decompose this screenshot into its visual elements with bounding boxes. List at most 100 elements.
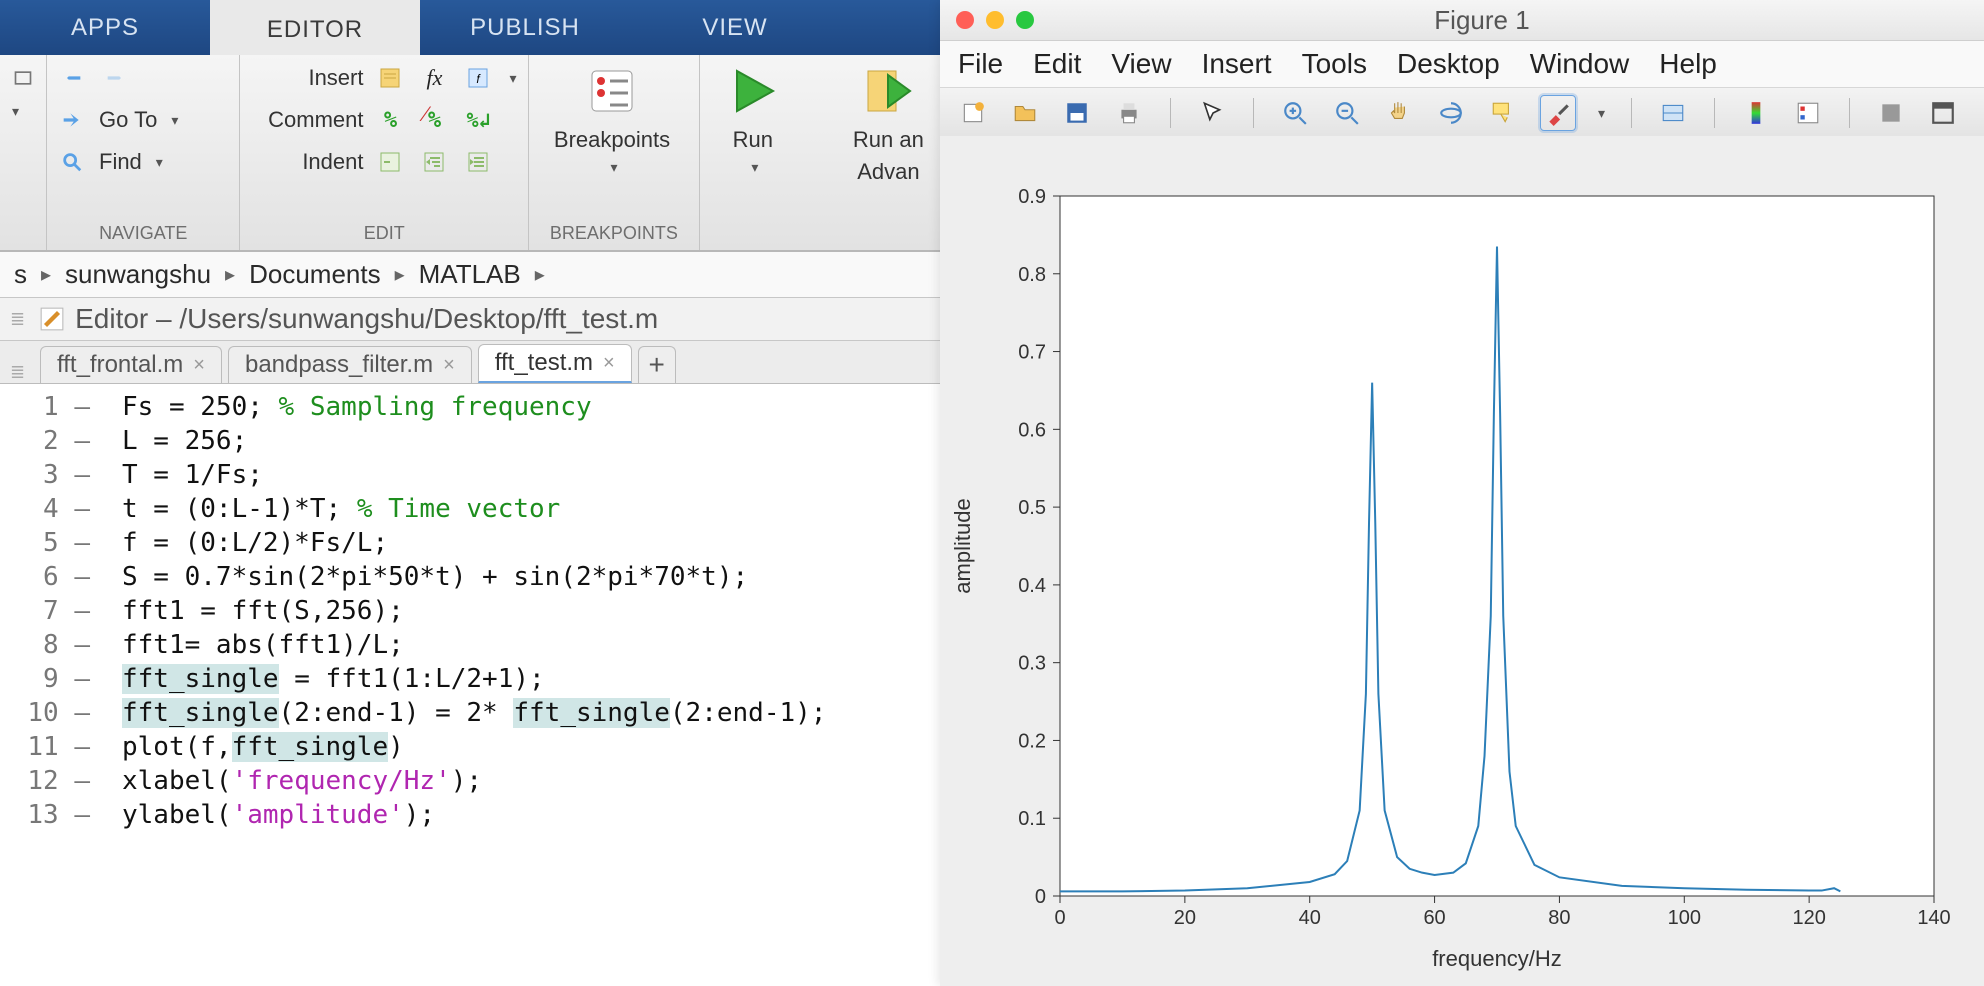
run-dropdown-icon[interactable]: ▾ <box>751 159 758 176</box>
link-icon[interactable] <box>1658 98 1688 128</box>
pan-icon[interactable] <box>1384 98 1414 128</box>
xtick-label: 120 <box>1792 907 1825 929</box>
code-line[interactable]: ylabel('amplitude'); <box>122 798 940 832</box>
print-icon[interactable] <box>1114 98 1144 128</box>
indent-decrease-icon[interactable] <box>461 145 495 179</box>
menu-insert[interactable]: Insert <box>1202 48 1272 80</box>
zoom-window-button[interactable] <box>1016 11 1034 29</box>
close-icon[interactable]: × <box>603 352 615 375</box>
code-line[interactable]: t = (0:L-1)*T; % Time vector <box>122 492 940 526</box>
code-line[interactable]: T = 1/Fs; <box>122 458 940 492</box>
dropdown-icon[interactable]: ▾ <box>1598 105 1605 122</box>
editor-title: Editor – /Users/sunwangshu/Desktop/fft_t… <box>75 303 658 335</box>
hide-tools-icon[interactable] <box>1876 98 1906 128</box>
breakpoints-dropdown-icon[interactable]: ▾ <box>610 159 617 176</box>
unknown-icon[interactable] <box>8 61 38 95</box>
code-editor[interactable]: 1 –2 –3 –4 –5 –6 –7 –8 –9 –10 –11 –12 –1… <box>0 384 940 986</box>
menu-tools[interactable]: Tools <box>1302 48 1367 80</box>
code-line[interactable]: Fs = 250; % Sampling frequency <box>122 390 940 424</box>
code-line[interactable]: L = 256; <box>122 424 940 458</box>
ribbon-tab-apps[interactable]: APPS <box>0 0 210 55</box>
find-icon[interactable] <box>55 145 89 179</box>
close-icon[interactable]: × <box>193 354 205 377</box>
run-advance-button[interactable]: Run an Advan <box>823 61 940 185</box>
code-body[interactable]: Fs = 250; % Sampling frequencyL = 256;T … <box>102 384 940 986</box>
new-file-button[interactable]: + <box>638 346 676 383</box>
breadcrumb-item[interactable]: Documents <box>249 259 381 290</box>
code-line[interactable]: fft_single(2:end-1) = 2* fft_single(2:en… <box>122 696 940 730</box>
zoom-out-icon[interactable] <box>1332 98 1362 128</box>
breadcrumb-item[interactable]: MATLAB <box>419 259 521 290</box>
figure-titlebar[interactable]: Figure 1 <box>940 0 1984 41</box>
line-number: 11 – <box>0 730 90 764</box>
goto-icon[interactable] <box>55 103 89 137</box>
menu-file[interactable]: File <box>958 48 1003 80</box>
close-icon[interactable]: × <box>443 354 455 377</box>
ribbon-tab-editor[interactable]: EDITOR <box>210 0 420 55</box>
menu-help[interactable]: Help <box>1659 48 1717 80</box>
colorbar-icon[interactable] <box>1741 98 1771 128</box>
breakpoints-icon <box>582 61 642 121</box>
insert-variable-icon[interactable]: f <box>461 61 495 95</box>
menu-edit[interactable]: Edit <box>1033 48 1081 80</box>
rotate3d-icon[interactable] <box>1436 98 1466 128</box>
code-line[interactable]: S = 0.7*sin(2*pi*50*t) + sin(2*pi*70*t); <box>122 560 940 594</box>
goto-dropdown-icon[interactable]: ▾ <box>171 112 178 129</box>
matlab-window: APPS EDITOR PUBLISH VIEW ▾ <box>0 0 940 986</box>
comment-label[interactable]: Comment <box>248 107 363 133</box>
new-figure-icon[interactable] <box>958 98 988 128</box>
dropdown-icon[interactable]: ▾ <box>12 103 19 120</box>
ribbon-body: ▾ Go To ▾ <box>0 55 940 252</box>
line-number: 2 – <box>0 424 90 458</box>
code-line[interactable]: xlabel('frequency/Hz'); <box>122 764 940 798</box>
insert-dropdown-icon[interactable]: ▾ <box>509 70 516 87</box>
close-window-button[interactable] <box>956 11 974 29</box>
insert-label[interactable]: Insert <box>248 65 363 91</box>
forward-arrow-icon[interactable] <box>99 61 133 95</box>
menu-window[interactable]: Window <box>1530 48 1630 80</box>
file-tab[interactable]: bandpass_filter.m× <box>228 346 472 383</box>
code-line[interactable]: fft1= abs(fft1)/L; <box>122 628 940 662</box>
breadcrumb-item[interactable]: s <box>14 259 27 290</box>
insert-fx-icon[interactable]: fx <box>417 61 451 95</box>
uncomment-icon[interactable]: %⁄ <box>417 103 451 137</box>
zoom-in-icon[interactable] <box>1280 98 1310 128</box>
code-line[interactable]: f = (0:L/2)*Fs/L; <box>122 526 940 560</box>
datatip-icon[interactable] <box>1488 98 1518 128</box>
xtick-label: 0 <box>1054 907 1065 929</box>
editor-pencil-icon <box>39 306 65 332</box>
ribbon-tab-publish[interactable]: PUBLISH <box>420 0 630 55</box>
pointer-icon[interactable] <box>1197 98 1227 128</box>
indent-smart-icon[interactable] <box>373 145 407 179</box>
ylabel: amplitude <box>950 498 975 593</box>
insert-section-icon[interactable] <box>373 61 407 95</box>
wrap-comment-icon[interactable]: %↲ <box>461 103 495 137</box>
open-icon[interactable] <box>1010 98 1040 128</box>
comment-icon[interactable]: % <box>373 103 407 137</box>
code-line[interactable]: fft_single = fft1(1:L/2+1); <box>122 662 940 696</box>
legend-icon[interactable] <box>1793 98 1823 128</box>
find-dropdown-icon[interactable]: ▾ <box>156 154 163 171</box>
minimize-window-button[interactable] <box>986 11 1004 29</box>
save-icon[interactable] <box>1062 98 1092 128</box>
dock-icon[interactable] <box>1928 98 1958 128</box>
code-line[interactable]: fft1 = fft(S,256); <box>122 594 940 628</box>
indent-label[interactable]: Indent <box>248 149 363 175</box>
goto-label[interactable]: Go To <box>99 107 157 133</box>
line-number: 12 – <box>0 764 90 798</box>
ribbon-tab-view[interactable]: VIEW <box>630 0 840 55</box>
file-tab[interactable]: fft_frontal.m× <box>40 346 222 383</box>
back-arrow-icon[interactable] <box>55 61 89 95</box>
breadcrumb-item[interactable]: sunwangshu <box>65 259 211 290</box>
chevron-right-icon: ▸ <box>225 262 235 287</box>
find-label[interactable]: Find <box>99 149 142 175</box>
code-line[interactable]: plot(f,fft_single) <box>122 730 940 764</box>
menu-desktop[interactable]: Desktop <box>1397 48 1500 80</box>
chevron-right-icon: ▸ <box>395 262 405 287</box>
indent-increase-icon[interactable] <box>417 145 451 179</box>
breakpoints-button[interactable]: Breakpoints ▾ <box>537 61 687 176</box>
file-tab[interactable]: fft_test.m× <box>478 344 632 383</box>
run-button[interactable]: Run ▾ <box>708 61 798 176</box>
brush-icon[interactable] <box>1540 95 1576 131</box>
menu-view[interactable]: View <box>1111 48 1171 80</box>
